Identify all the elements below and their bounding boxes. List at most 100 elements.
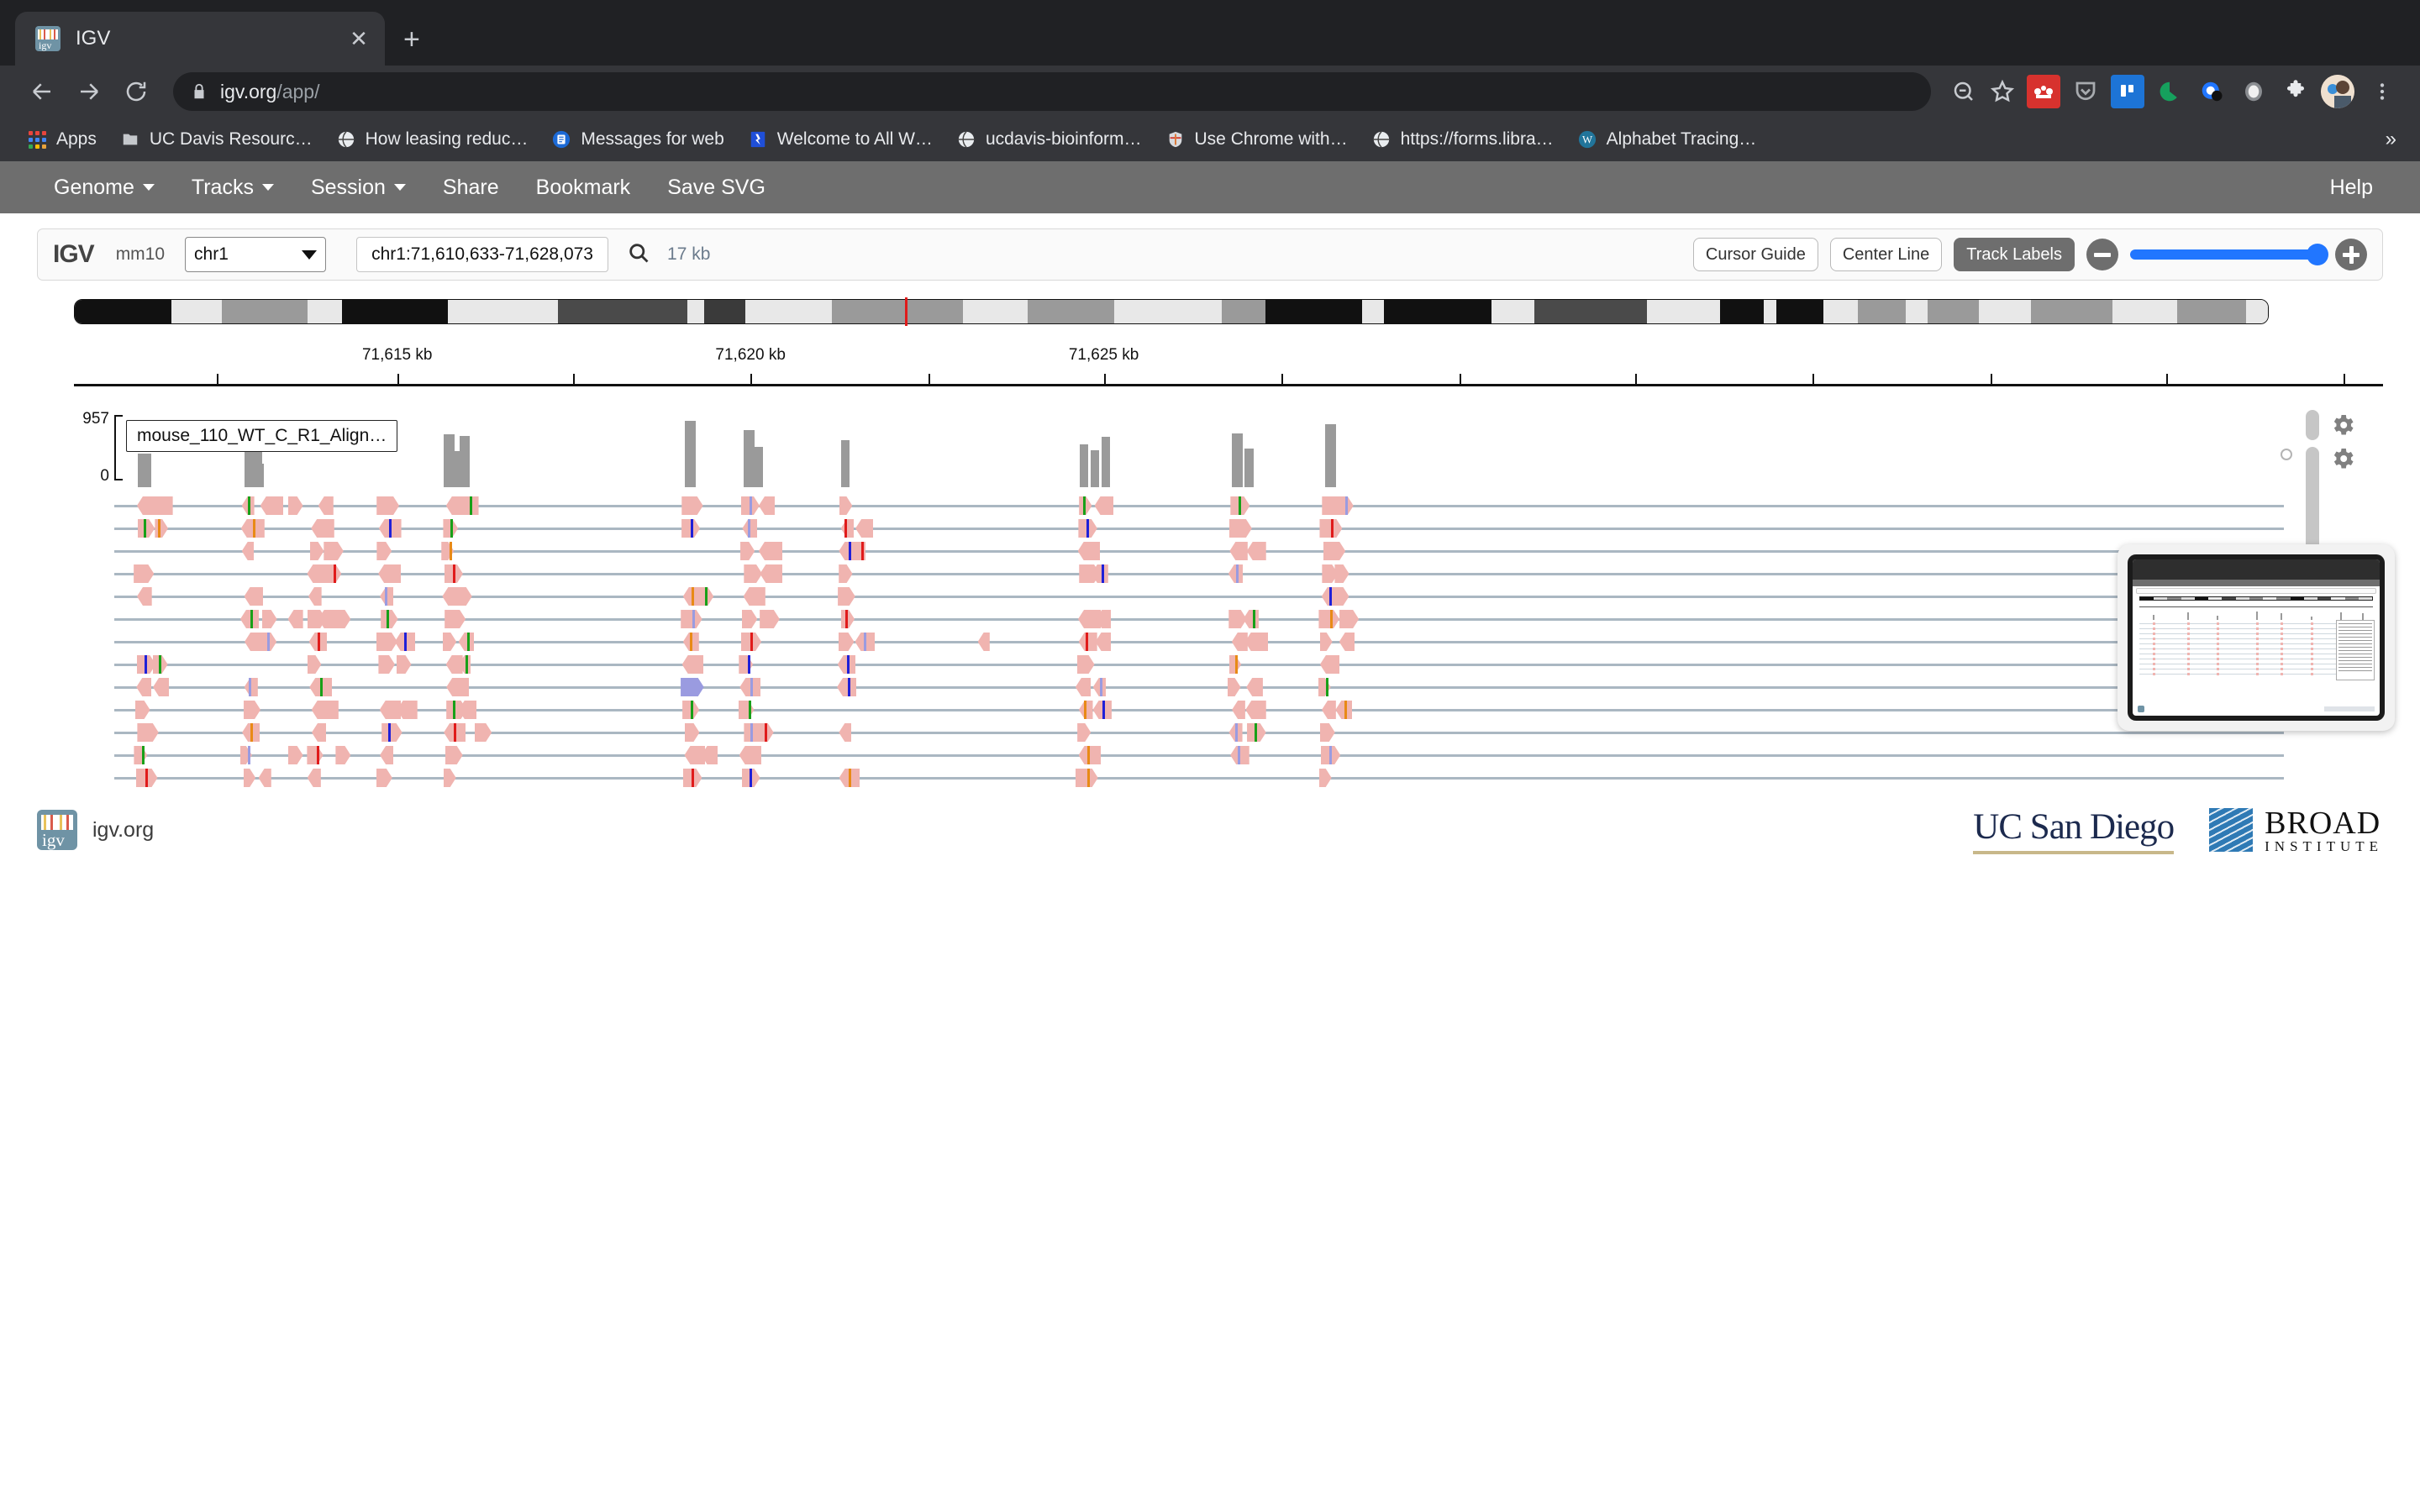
alignment-read[interactable]: [739, 701, 755, 719]
center-line-button[interactable]: Center Line: [1830, 238, 1942, 271]
alignment-read[interactable]: [681, 496, 702, 515]
alignment-read[interactable]: [1318, 678, 1331, 696]
extensions-puzzle-icon[interactable]: [2279, 75, 2312, 108]
alignment-read[interactable]: [445, 746, 463, 764]
alignment-read[interactable]: [1319, 769, 1332, 787]
menu-share[interactable]: Share: [424, 176, 518, 200]
close-tab-icon[interactable]: ✕: [345, 28, 373, 50]
search-icon[interactable]: [627, 241, 650, 269]
new-tab-button[interactable]: +: [403, 25, 420, 54]
alignment-read[interactable]: [308, 769, 321, 787]
alignment-read[interactable]: [310, 542, 324, 560]
alignment-read[interactable]: [1320, 723, 1335, 742]
alignment-read[interactable]: [376, 633, 397, 651]
alignment-read[interactable]: [1335, 587, 1349, 606]
alignment-read[interactable]: [460, 587, 472, 606]
alignment-read[interactable]: [685, 723, 700, 742]
alignment-read[interactable]: [744, 564, 762, 583]
alignment-read[interactable]: [240, 610, 259, 628]
cursor-guide-button[interactable]: Cursor Guide: [1693, 238, 1818, 271]
alignment-read[interactable]: [839, 723, 851, 742]
alignment-read[interactable]: [259, 769, 271, 787]
alignment-read[interactable]: [839, 633, 855, 651]
alignment-read[interactable]: [137, 587, 152, 606]
menu-tracks[interactable]: Tracks: [173, 176, 292, 200]
alignment-read[interactable]: [380, 746, 393, 764]
alignment-read[interactable]: [1077, 723, 1091, 742]
alignment-read[interactable]: [681, 678, 704, 696]
alignment-read[interactable]: [1229, 519, 1252, 538]
alignment-read[interactable]: [244, 769, 255, 787]
alignment-read[interactable]: [682, 655, 703, 674]
forward-button[interactable]: [66, 68, 113, 115]
menu-session[interactable]: Session: [292, 176, 424, 200]
alignment-read[interactable]: [134, 746, 147, 764]
alignment-read[interactable]: [288, 496, 303, 515]
alignment-read[interactable]: [1339, 633, 1355, 651]
gear-icon[interactable]: [2329, 412, 2356, 443]
alignment-read[interactable]: [260, 496, 283, 515]
alignment-read[interactable]: [759, 542, 782, 560]
alignment-read[interactable]: [242, 542, 254, 560]
browser-tab-igv[interactable]: igv IGV ✕: [15, 12, 385, 66]
bookmark-apps[interactable]: Apps: [15, 121, 108, 158]
alignment-row[interactable]: [114, 675, 2284, 698]
alignment-read[interactable]: [335, 610, 350, 628]
alignment-read[interactable]: [740, 542, 755, 560]
alignment-read[interactable]: [288, 610, 303, 628]
alignment-row[interactable]: [114, 743, 2284, 766]
alignment-row[interactable]: [114, 562, 2284, 585]
alignment-read[interactable]: [837, 678, 856, 696]
alignment-read[interactable]: [839, 496, 852, 515]
trello-extension-icon[interactable]: [2111, 75, 2144, 108]
grammarly-extension-icon[interactable]: [2153, 75, 2186, 108]
alignment-read[interactable]: [397, 655, 412, 674]
alignment-read[interactable]: [838, 587, 855, 606]
zoom-out-button[interactable]: [2086, 239, 2118, 270]
alignment-read[interactable]: [155, 519, 168, 538]
chromosome-select[interactable]: chr1: [185, 237, 326, 272]
track-name-label[interactable]: mouse_110_WT_C_R1_Align…: [126, 420, 397, 452]
chrome-menu-icon[interactable]: [2363, 72, 2402, 111]
alignment-read[interactable]: [443, 633, 456, 651]
alignment-row[interactable]: [114, 721, 2284, 743]
alignment-read[interactable]: [136, 678, 151, 696]
alignment-read[interactable]: [1229, 542, 1247, 560]
adblock-extension-icon[interactable]: [2237, 75, 2270, 108]
alignment-read[interactable]: [760, 564, 782, 583]
alignment-read[interactable]: [1334, 564, 1349, 583]
bookmark-uc-davis-resources[interactable]: UC Davis Resourc…: [108, 121, 324, 158]
menu-help[interactable]: Help: [2330, 176, 2385, 200]
alignment-read[interactable]: [381, 610, 397, 628]
menu-bookmark[interactable]: Bookmark: [518, 176, 650, 200]
alignment-read[interactable]: [760, 610, 780, 628]
track-labels-button[interactable]: Track Labels: [1954, 238, 2075, 271]
alignment-read[interactable]: [134, 564, 154, 583]
alignment-read[interactable]: [1246, 678, 1263, 696]
alignment-read[interactable]: [1232, 701, 1245, 719]
alignment-read[interactable]: [335, 746, 350, 764]
bookmark-how-leasing[interactable]: How leasing reduc…: [324, 121, 540, 158]
alignment-row[interactable]: [114, 766, 2284, 789]
alignment-row[interactable]: [114, 494, 2284, 517]
alignment-read[interactable]: [308, 587, 322, 606]
alignment-read[interactable]: [739, 746, 761, 764]
picture-in-picture-window[interactable]: [2118, 544, 2395, 731]
locus-input[interactable]: chr1:71,610,633-71,628,073: [356, 237, 608, 272]
alignment-read[interactable]: [459, 633, 474, 651]
pocket-extension-icon[interactable]: [2069, 75, 2102, 108]
alignment-read[interactable]: [262, 610, 277, 628]
zoom-slider[interactable]: [2130, 249, 2323, 260]
alignment-read[interactable]: [442, 587, 460, 606]
alignment-read[interactable]: [855, 519, 873, 538]
alignment-read[interactable]: [311, 519, 334, 538]
alignment-read[interactable]: [1339, 610, 1359, 628]
alignment-read[interactable]: [1076, 769, 1098, 787]
alignment-read[interactable]: [1228, 678, 1241, 696]
zoom-slider-knob[interactable]: [2307, 244, 2328, 265]
bookmarks-overflow-icon[interactable]: »: [2386, 128, 2405, 151]
alignment-read[interactable]: [312, 723, 326, 742]
alignment-read[interactable]: [742, 610, 758, 628]
alignment-read[interactable]: [841, 610, 855, 628]
bookmark-ucdavis-bioinformatics[interactable]: ucdavis-bioinform…: [944, 121, 1154, 158]
